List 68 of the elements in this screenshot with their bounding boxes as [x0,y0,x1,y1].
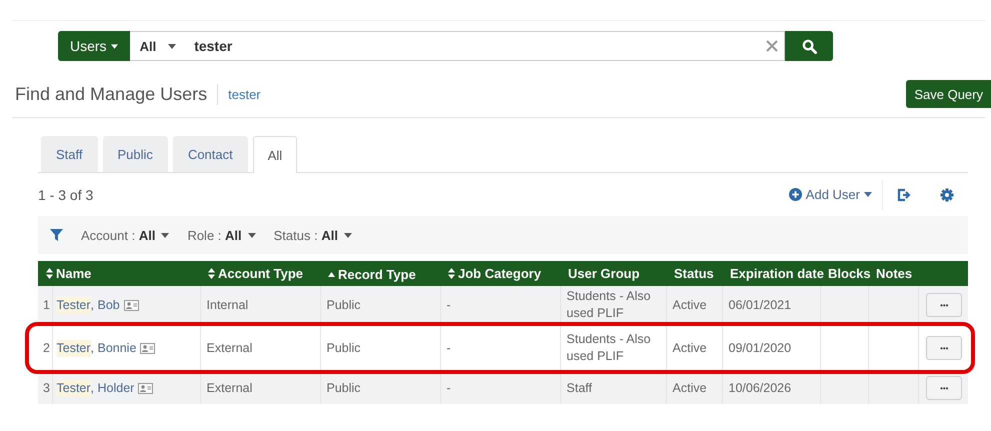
table-cell: - [446,380,451,394]
table-cell: External [206,340,252,354]
column-header: Expiration date [730,266,824,281]
contact-card-icon[interactable] [140,342,156,354]
column-header[interactable]: Name [46,266,92,280]
table-cell: Public [326,340,361,354]
table-cell: Public [326,298,361,312]
sort-ascending-icon [328,272,336,277]
tab[interactable]: All [252,136,298,173]
row-number: 2 [43,340,50,354]
table-row[interactable]: 1 Tester, Bob Internal Public - Students - Also used PLIF Active 06/01/2021 ••• [38,286,968,324]
column-header: Notes [876,266,912,281]
column-header: Blocks [828,266,871,281]
table-cell: External [206,380,252,394]
table-cell: Active [672,340,707,354]
filter-dropdown[interactable]: Role : All [187,228,256,242]
more-actions-button[interactable]: ••• [926,293,962,317]
settings-icon[interactable] [940,188,954,202]
table-cell: 10/06/2026 [728,380,792,394]
table-cell: Active [672,298,707,312]
row-number: 1 [43,298,50,312]
caret-icon [110,44,118,48]
more-actions-button[interactable]: ••• [926,336,962,360]
save-query-button[interactable]: Save Query [906,80,991,108]
sort-icon [208,268,216,278]
more-actions-button[interactable]: ••• [926,376,962,400]
table-cell: Internal [206,298,248,312]
search-button[interactable] [785,31,833,61]
query-link[interactable]: tester [228,86,261,102]
tab[interactable]: Public [102,136,168,172]
table-cell: Students - Also used PLIF [566,289,651,320]
table-cell: Students - Also used PLIF [566,332,651,363]
contact-card-icon[interactable] [138,382,154,394]
tab[interactable]: Staff [41,136,98,172]
caret-icon [168,44,176,48]
search-icon [802,38,816,54]
result-count: 1 - 3 of 3 [38,186,94,202]
tab[interactable]: Contact [172,136,248,172]
sort-icon [46,268,53,278]
caret-icon [248,232,256,238]
row-number: 3 [43,380,50,394]
export-icon[interactable] [897,188,912,202]
scope-dropdown[interactable]: Users [58,31,130,61]
filter-icon [50,229,63,241]
user-name-link[interactable]: Tester, Bonnie [56,340,136,356]
add-user-button[interactable]: Add User [778,180,883,210]
page-title: Find and Manage Users [15,84,218,104]
column-header: Status [674,266,714,281]
table-cell: 09/01/2020 [728,340,792,354]
caret-icon [161,232,170,238]
sort-icon [448,268,456,278]
table-cell: 06/01/2021 [728,298,792,312]
caret-icon [864,192,872,197]
search-field[interactable]: All tester [130,31,785,61]
column-header: User Group [568,266,640,281]
table-cell: Public [326,380,361,394]
filter-dropdown[interactable]: Account : All [81,228,170,242]
plus-circle-icon [788,188,802,201]
table-cell: - [446,340,451,354]
caret-icon [344,232,352,238]
contact-card-icon[interactable] [124,300,139,311]
clear-icon[interactable] [766,40,778,52]
table-cell: Active [672,380,707,394]
table-cell: Staff [566,380,592,394]
table-row[interactable]: 3 Tester, Holder External Public - Staff Active 10/06/2026 ••• [38,372,968,404]
table-row[interactable]: 2 Tester, Bonnie External Public - Students - Also used PLIF Active 09/01/2020 ••• [38,324,968,372]
table-cell: - [446,298,451,312]
filter-dropdown[interactable]: Status : All [274,228,352,242]
